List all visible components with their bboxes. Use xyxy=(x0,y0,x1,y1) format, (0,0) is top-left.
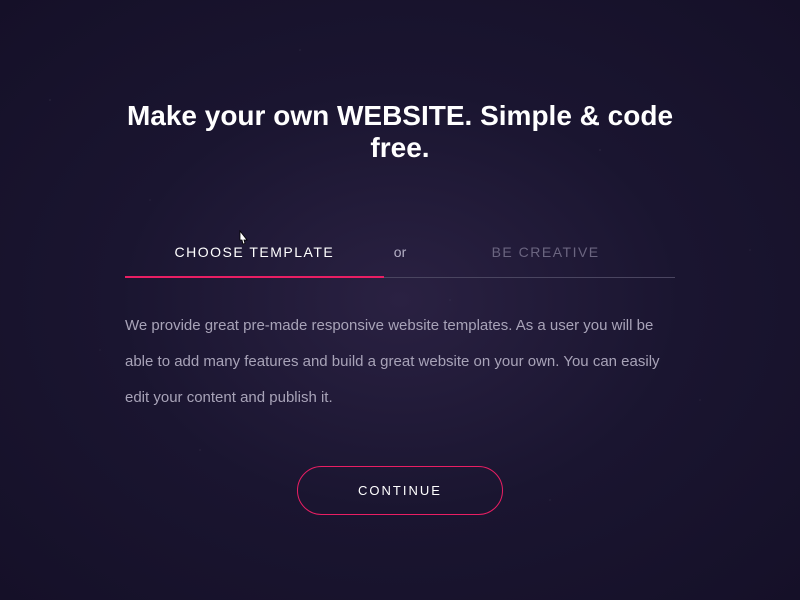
tab-separator: or xyxy=(384,244,416,278)
page-heading: Make your own WEBSITE. Simple & code fre… xyxy=(125,100,675,164)
tab-choose-template[interactable]: CHOOSE TEMPLATE xyxy=(125,244,384,278)
pointer-cursor-icon xyxy=(235,229,251,252)
tab-description: We provide great pre-made responsive web… xyxy=(125,308,675,416)
continue-button[interactable]: CONTINUE xyxy=(297,466,503,515)
tab-be-creative[interactable]: BE CREATIVE xyxy=(416,244,675,278)
tab-bar: CHOOSE TEMPLATE or BE CREATIVE xyxy=(125,244,675,278)
tab-active-indicator xyxy=(125,276,384,278)
